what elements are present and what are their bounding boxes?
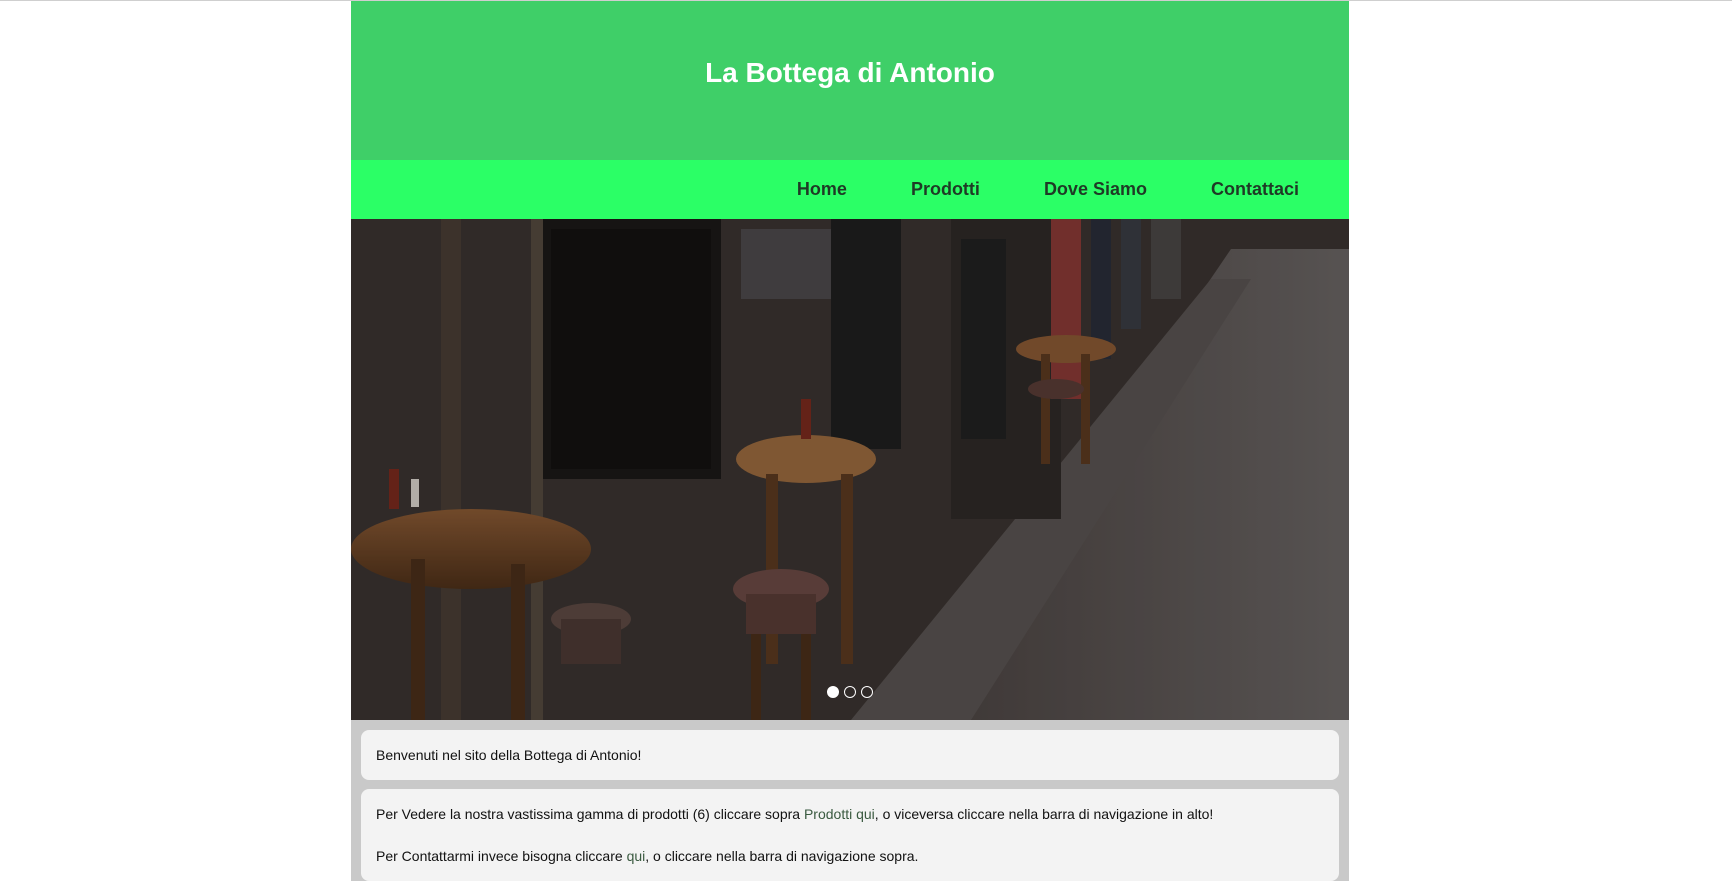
page-container: La Bottega di Antonio Home Prodotti Dove… [351, 1, 1349, 881]
info-panel: Per Vedere la nostra vastissima gamma di… [361, 789, 1339, 881]
welcome-panel: Benvenuti nel sito della Bottega di Anto… [361, 730, 1339, 780]
contact-paragraph: Per Contattarmi invece bisogna cliccare … [376, 847, 1324, 865]
products-link[interactable]: Prodotti [804, 806, 852, 822]
site-header: La Bottega di Antonio [351, 1, 1349, 160]
hero-slider [351, 219, 1349, 720]
nav-item-prodotti[interactable]: Prodotti [911, 179, 980, 200]
slider-dot-2[interactable] [844, 686, 856, 698]
products-paragraph: Per Vedere la nostra vastissima gamma di… [376, 805, 1324, 823]
contact-text-2: , o cliccare nella barra di navigazione … [645, 848, 919, 864]
nav-item-dove-siamo[interactable]: Dove Siamo [1044, 179, 1147, 200]
nav-item-contattaci[interactable]: Contattaci [1211, 179, 1299, 200]
contact-here-link[interactable]: qui [627, 848, 646, 864]
slider-dot-3[interactable] [861, 686, 873, 698]
products-text-1: Per Vedere la nostra vastissima gamma di… [376, 806, 804, 822]
hero-image [351, 219, 1349, 720]
main-nav: Home Prodotti Dove Siamo Contattaci [351, 160, 1349, 219]
nav-item-home[interactable]: Home [797, 179, 847, 200]
main-content: Benvenuti nel sito della Bottega di Anto… [351, 720, 1349, 881]
slider-dot-1[interactable] [827, 686, 839, 698]
products-here-link[interactable]: qui [856, 806, 875, 822]
products-text-2: , o viceversa cliccare nella barra di na… [874, 806, 1214, 822]
welcome-text: Benvenuti nel sito della Bottega di Anto… [376, 747, 642, 763]
slider-dots [351, 686, 1349, 698]
contact-text-1: Per Contattarmi invece bisogna cliccare [376, 848, 627, 864]
site-title: La Bottega di Antonio [705, 57, 995, 88]
